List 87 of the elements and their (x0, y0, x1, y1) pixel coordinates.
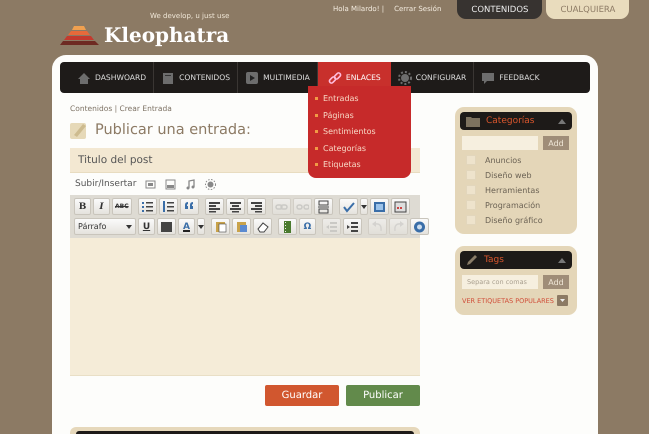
checkbox-label: Diseño gráfico (485, 216, 543, 224)
justify-icon (160, 220, 173, 234)
page-break-icon (316, 200, 330, 214)
video-button[interactable] (165, 178, 176, 190)
video-icon (165, 178, 176, 190)
clipboard-icon (214, 220, 227, 234)
logo-text: Kleophatra (104, 24, 230, 46)
clipboard-document-icon (235, 220, 248, 234)
publish-button[interactable]: Publicar (346, 385, 420, 406)
page-title: Publicar una entrada: (95, 122, 251, 138)
fullscreen-button[interactable] (370, 198, 389, 215)
kitchen-sink-button[interactable] (390, 198, 410, 215)
image-button[interactable] (145, 178, 156, 190)
bullet-list-icon (140, 200, 154, 214)
top-tab[interactable]: CUALQUIERA (546, 0, 630, 19)
panel-header[interactable]: Categorías (460, 112, 572, 130)
text-color-button[interactable]: A (178, 218, 195, 235)
kitchen-sink-icon (394, 200, 407, 214)
align-right-button[interactable] (246, 198, 266, 215)
menu-item[interactable]: Páginas (315, 108, 411, 123)
pyramid-logo-icon (60, 24, 100, 46)
speech-bubble-icon (481, 70, 496, 84)
page-break-button[interactable] (314, 198, 333, 215)
home-icon (77, 70, 91, 84)
gear-icon (398, 70, 412, 84)
clipboard-document-button[interactable] (232, 218, 251, 235)
checkbox-label: Diseño web (485, 170, 532, 180)
clipboard-button[interactable] (211, 218, 230, 235)
pencil-icon (466, 254, 478, 266)
undo-arrow-icon (371, 220, 384, 234)
star-burst-button[interactable] (205, 178, 216, 190)
checkbox-label: Programación (485, 200, 540, 210)
eraser-icon (256, 220, 269, 234)
menu-item[interactable]: Entradas (315, 91, 411, 106)
redo-arrow-icon (392, 220, 405, 234)
collapse-caret-icon (558, 118, 566, 124)
dropdown-caret-button[interactable] (197, 218, 205, 235)
document-icon (161, 70, 176, 84)
indent-icon (346, 220, 359, 234)
outdent-icon (325, 220, 338, 234)
menu-item[interactable]: Sentimientos (315, 124, 411, 140)
film-strip-icon (281, 220, 294, 234)
top-tab[interactable]: CONTENIDOS (457, 0, 542, 19)
add-button[interactable]: Add (543, 136, 569, 150)
image-icon (145, 178, 156, 190)
checkbox-label: Anuncios (485, 156, 522, 164)
fullscreen-icon (372, 200, 386, 214)
numbered-list-icon (162, 200, 175, 214)
format-select[interactable]: Párrafo (74, 218, 136, 235)
special-character-button[interactable]: Ω (299, 218, 316, 235)
collapse-caret-icon (558, 258, 566, 262)
panel-header[interactable]: Tags (460, 251, 572, 269)
align-center-icon (228, 200, 242, 214)
film-strip-button[interactable] (278, 218, 297, 235)
dropdown-caret-button[interactable] (360, 198, 368, 215)
menu-item[interactable]: Etiquetas (315, 157, 411, 172)
music-note-button[interactable] (185, 178, 196, 190)
folder-icon (466, 116, 480, 126)
align-right-icon (250, 200, 263, 214)
help-button[interactable] (410, 218, 429, 235)
align-left-button[interactable] (204, 198, 224, 215)
underline-button[interactable]: U (138, 218, 155, 235)
align-left-icon (208, 200, 221, 214)
play-icon (245, 70, 260, 84)
checkbox-label: Herramientas (485, 186, 540, 194)
upload-label: Subir/Insertar (75, 179, 136, 189)
panel-title: Tags (484, 255, 505, 265)
numbered-list-button[interactable] (158, 198, 178, 215)
justify-button[interactable] (157, 218, 176, 235)
panel-title: Categorías (486, 116, 536, 126)
help-icon (413, 220, 426, 234)
note-pencil-icon (70, 121, 88, 139)
bullet-list-button[interactable] (138, 198, 157, 215)
indent-button[interactable] (343, 218, 362, 235)
spellcheck-button[interactable] (338, 198, 358, 215)
quote-button[interactable] (180, 198, 199, 215)
add-button[interactable]: Add (543, 275, 569, 289)
save-button[interactable]: Guardar (265, 385, 339, 406)
category-input[interactable] (462, 136, 538, 150)
chain-link-icon (328, 70, 342, 84)
bold-button[interactable]: B (74, 198, 91, 215)
eraser-button[interactable] (253, 218, 272, 235)
align-center-button[interactable] (226, 198, 245, 215)
italic-button[interactable]: I (93, 198, 110, 215)
star-burst-icon (205, 178, 216, 190)
music-note-icon (185, 178, 196, 190)
spellcheck-icon (342, 200, 355, 214)
